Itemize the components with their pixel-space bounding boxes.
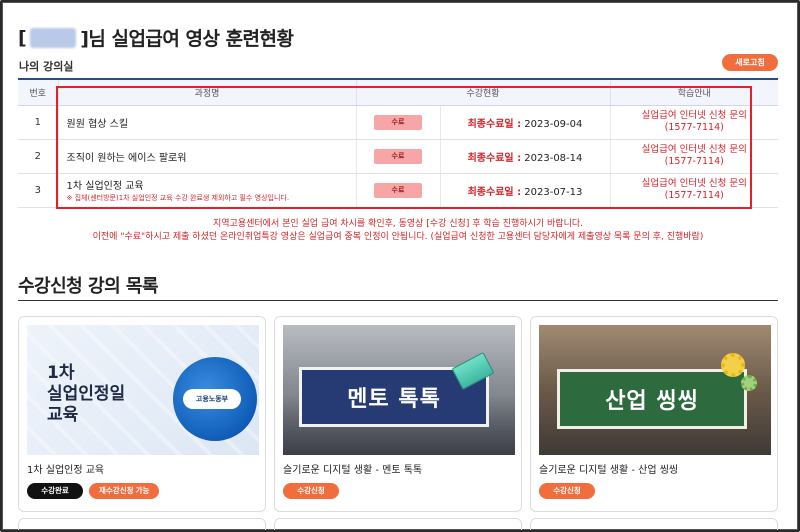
course-card-partial	[274, 518, 522, 530]
course-card-partial	[530, 518, 778, 530]
lecture-table: 번호 과정명 수강현황 학습안내 1 원원 협상 스킬 수료 최종수료일: 2…	[18, 78, 778, 208]
card-title[interactable]: 슬기로운 디지털 생활 - 산업 씽씽	[539, 461, 678, 476]
refresh-button[interactable]: 새로고침	[722, 54, 778, 71]
section-divider	[18, 300, 778, 301]
masked-username	[30, 27, 77, 48]
thumbnail-title: 멘토 톡톡	[347, 387, 441, 412]
card-title[interactable]: 슬기로운 디지털 생활 - 멘토 톡톡	[283, 461, 422, 476]
title-prefix: [	[18, 26, 27, 49]
course-thumbnail[interactable]: 1차 실업인정일 교육 고용노동부	[27, 325, 259, 455]
final-completion-label: 최종수료일 :	[467, 152, 522, 164]
re-enroll-button[interactable]: 재수강신청 가능	[89, 483, 160, 499]
inquiry-phone[interactable]: (1577-7114)	[611, 190, 779, 202]
table-header-row: 번호 과정명 수강현황 학습안내	[18, 78, 778, 106]
title-suffix: ]님 실업급여 영상 훈련현황	[80, 28, 294, 50]
course-card-partial	[18, 518, 266, 530]
inquiry-link[interactable]: 실업급여 인터넷 신청 문의 (1577-7114)	[609, 173, 779, 208]
browser-frame: [ ]님 실업급여 영상 훈련현황 나의 강의실 새로고침 번호 과정명 수강현…	[0, 0, 800, 532]
course-thumbnail[interactable]: 멘토 톡톡	[283, 325, 515, 455]
inquiry-link[interactable]: 실업급여 인터넷 신청 문의 (1577-7114)	[609, 139, 779, 174]
final-completion-date: 2023-09-04	[524, 118, 583, 130]
final-completion-date: 2023-08-14	[524, 152, 583, 164]
course-name[interactable]: 원원 협상 스킬	[57, 105, 356, 140]
row-number: 2	[18, 139, 58, 174]
notice-line-1: 지역고용센터에서 본인 실업 급여 차시를 확인후, 동영상 [수강 신청] 후…	[213, 219, 583, 229]
course-card[interactable]: 1차 실업인정일 교육 고용노동부 1차 실업인정 교육 수강완료 재수강신청 …	[18, 316, 266, 512]
inquiry-link[interactable]: 실업급여 인터넷 신청 문의 (1577-7114)	[609, 105, 779, 140]
course-title[interactable]: 조직이 원하는 에이스 팔로워	[67, 153, 187, 164]
thumbnail-title: 1차 실업인정일 교육	[47, 363, 126, 425]
course-card[interactable]: 산업 씽씽 슬기로운 디지털 생활 - 산업 씽씽 수강신청	[530, 316, 778, 512]
table-row: 2 조직이 원하는 에이스 팔로워 수료 최종수료일 : 2023-08-14	[18, 139, 779, 174]
table-row: 1 원원 협상 스킬 수료 최종수료일 : 2023-09-04 실업급여 인터…	[18, 105, 779, 140]
header-no: 번호	[18, 78, 58, 106]
row-number: 3	[18, 173, 58, 208]
my-classroom-label: 나의 강의실	[19, 60, 74, 73]
course-title[interactable]: 1차 실업인정 교육	[67, 181, 144, 192]
final-completion-label: 최종수료일 :	[467, 186, 522, 198]
inquiry-phone[interactable]: (1577-7114)	[611, 156, 779, 168]
completed-badge: 수료	[374, 114, 422, 130]
course-note: ※ 집체(센터방문)1차 실업인정 교육 수강 완료생 제외하고 필수 영상입니…	[66, 194, 290, 202]
completed-button[interactable]: 수강완료	[27, 483, 83, 499]
header-course: 과정명	[57, 78, 356, 106]
status-cell: 수료 최종수료일 : 2023-07-13	[355, 173, 610, 208]
table-row: 3 1차 실업인정 교육 ※ 집체(센터방문)1차 실업인정 교육 수강 완료생…	[18, 173, 779, 208]
gear-icon	[721, 353, 745, 377]
inquiry-text[interactable]: 실업급여 인터넷 신청 문의	[611, 144, 779, 156]
inquiry-text[interactable]: 실업급여 인터넷 신청 문의	[611, 110, 779, 122]
card-title[interactable]: 1차 실업인정 교육	[27, 461, 104, 476]
page-title: [ ]님 실업급여 영상 훈련현황	[18, 24, 294, 51]
header-guide: 학습안내	[609, 78, 778, 106]
header-status: 수강현황	[355, 78, 610, 106]
inquiry-text[interactable]: 실업급여 인터넷 신청 문의	[611, 178, 779, 190]
thumbnail-banner: 산업 씽씽	[557, 369, 747, 429]
notice-text: 지역고용센터에서 본인 실업 급여 차시를 확인후, 동영상 [수강 신청] 후…	[18, 218, 778, 244]
inquiry-phone[interactable]: (1577-7114)	[611, 122, 779, 134]
completed-badge: 수료	[374, 182, 422, 198]
thumbnail-title: 산업 씽씽	[605, 389, 699, 414]
section-title: 수강신청 강의 목록	[18, 276, 159, 297]
course-name[interactable]: 조직이 원하는 에이스 팔로워	[57, 139, 356, 174]
status-cell: 수료 최종수료일 : 2023-09-04	[355, 105, 610, 140]
course-name[interactable]: 1차 실업인정 교육 ※ 집체(센터방문)1차 실업인정 교육 수강 완료생 제…	[57, 173, 356, 208]
ministry-logo: 고용노동부	[183, 389, 241, 409]
course-card[interactable]: 멘토 톡톡 슬기로운 디지털 생활 - 멘토 톡톡 수강신청	[274, 316, 522, 512]
notice-line-2: 이전에 "수료"하시고 제출 하셨던 온라인취업특강 영상은 실업급여 중복 인…	[92, 232, 704, 242]
enroll-button[interactable]: 수강신청	[283, 483, 339, 499]
status-cell: 수료 최종수료일 : 2023-08-14	[355, 139, 610, 174]
row-number: 1	[18, 105, 58, 140]
final-completion-date: 2023-07-13	[524, 186, 583, 198]
course-title[interactable]: 원원 협상 스킬	[67, 119, 129, 130]
enroll-button[interactable]: 수강신청	[539, 483, 595, 499]
gear-small-icon	[741, 375, 757, 391]
final-completion-label: 최종수료일 :	[467, 118, 522, 130]
completed-badge: 수료	[374, 148, 422, 164]
course-thumbnail[interactable]: 산업 씽씽	[539, 325, 771, 455]
